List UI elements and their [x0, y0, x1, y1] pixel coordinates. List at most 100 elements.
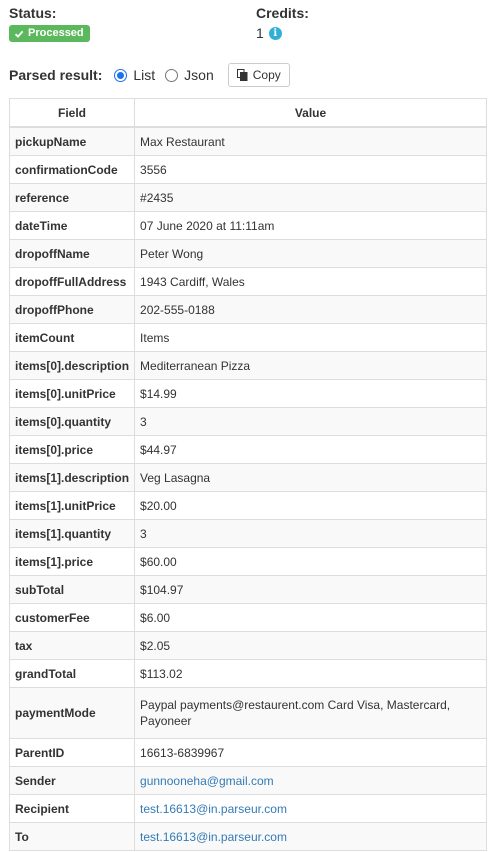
- status-badge: Processed: [9, 25, 90, 42]
- value-link[interactable]: gunnooneha@gmail.com: [140, 774, 274, 788]
- field-cell: Recipient: [8, 794, 136, 823]
- table-row: customerFee $6.00: [8, 603, 487, 632]
- parsed-result-controls: Parsed result: List Json Copy: [9, 62, 290, 88]
- table-body: pickupName Max Restaurant confirmationCode…: [8, 126, 487, 851]
- status-label: Status:: [9, 5, 57, 21]
- status-section: Status: Processed: [9, 5, 90, 44]
- value-cell: $14.99: [134, 379, 487, 408]
- field-cell: paymentMode: [8, 687, 136, 739]
- value-cell: gunnooneha@gmail.com: [134, 766, 487, 795]
- parsed-result-table: Field Value pickupName Max Restaurant conf…: [8, 98, 487, 851]
- field-cell: items[1].unitPrice: [8, 491, 136, 520]
- field-cell: To: [8, 822, 136, 851]
- table-row: Recipient test.16613@in.parseur.com: [8, 794, 487, 823]
- table-row: items[1].quantity 3: [8, 519, 487, 548]
- credits-label: Credits:: [256, 5, 309, 21]
- field-cell: pickupName: [8, 126, 136, 156]
- value-cell: 3: [134, 519, 487, 548]
- field-cell: confirmationCode: [8, 155, 136, 184]
- parsed-result-label: Parsed result:: [9, 67, 103, 83]
- table-row: ParentID 16613-6839967: [8, 738, 487, 767]
- value-cell: $2.05: [134, 631, 487, 660]
- table-row: dropoffPhone 202-555-0188: [8, 295, 487, 324]
- value-cell: Paypal payments@restaurent.com Card Visa…: [134, 687, 487, 739]
- copy-button-label: Copy: [252, 68, 281, 82]
- field-cell: items[0].quantity: [8, 407, 136, 436]
- table-row: items[0].price $44.97: [8, 435, 487, 464]
- table-row: pickupName Max Restaurant: [8, 126, 487, 156]
- value-cell: 202-555-0188: [134, 295, 487, 324]
- json-radio-option[interactable]: Json: [165, 67, 214, 83]
- value-cell: Max Restaurant: [134, 126, 487, 156]
- check-icon: [14, 30, 24, 38]
- credits-value: 1: [256, 25, 264, 41]
- value-cell: 16613-6839967: [134, 738, 487, 767]
- table-row: items[1].unitPrice $20.00: [8, 491, 487, 520]
- value-cell: test.16613@in.parseur.com: [134, 822, 487, 851]
- field-cell: items[1].quantity: [8, 519, 136, 548]
- value-cell: 3: [134, 407, 487, 436]
- value-cell: $113.02: [134, 659, 487, 688]
- value-cell: Peter Wong: [134, 239, 487, 268]
- field-cell: items[1].description: [8, 463, 136, 492]
- table-row: confirmationCode 3556: [8, 155, 487, 184]
- table-row: items[1].price $60.00: [8, 547, 487, 576]
- field-cell: dropoffFullAddress: [8, 267, 136, 296]
- value-link[interactable]: test.16613@in.parseur.com: [140, 830, 287, 844]
- table-row: tax $2.05: [8, 631, 487, 660]
- table-row: dropoffFullAddress 1943 Cardiff, Wales: [8, 267, 487, 296]
- table-row: dateTime 07 June 2020 at 11:11am: [8, 211, 487, 240]
- value-cell: $60.00: [134, 547, 487, 576]
- value-cell: 3556: [134, 155, 487, 184]
- field-cell: ParentID: [8, 738, 136, 767]
- field-cell: tax: [8, 631, 136, 660]
- table-row: items[1].description Veg Lasagna: [8, 463, 487, 492]
- table-row: subTotal $104.97: [8, 575, 487, 604]
- value-column-header: Value: [134, 98, 487, 128]
- field-cell: Sender: [8, 766, 136, 795]
- field-cell: items[0].unitPrice: [8, 379, 136, 408]
- table-row: items[0].description Mediterranean Pizza: [8, 351, 487, 380]
- field-cell: itemCount: [8, 323, 136, 352]
- field-cell: dateTime: [8, 211, 136, 240]
- field-cell: dropoffPhone: [8, 295, 136, 324]
- value-cell: $104.97: [134, 575, 487, 604]
- value-cell: Veg Lasagna: [134, 463, 487, 492]
- table-header-row: Field Value: [8, 98, 487, 128]
- list-radio-option[interactable]: List: [114, 67, 155, 83]
- value-cell: 1943 Cardiff, Wales: [134, 267, 487, 296]
- value-cell: $44.97: [134, 435, 487, 464]
- field-cell: customerFee: [8, 603, 136, 632]
- table-row: dropoffName Peter Wong: [8, 239, 487, 268]
- table-row: To test.16613@in.parseur.com: [8, 822, 487, 851]
- table-row: itemCount Items: [8, 323, 487, 352]
- table-row: items[0].quantity 3: [8, 407, 487, 436]
- field-cell: grandTotal: [8, 659, 136, 688]
- list-radio-label: List: [133, 67, 156, 83]
- field-cell: items[0].price: [8, 435, 136, 464]
- field-cell: subTotal: [8, 575, 136, 604]
- field-cell: reference: [8, 183, 136, 212]
- table-row: Sender gunnooneha@gmail.com: [8, 766, 487, 795]
- list-radio[interactable]: [114, 68, 128, 82]
- field-cell: items[0].description: [8, 351, 136, 380]
- table-row: grandTotal $113.02: [8, 659, 487, 688]
- status-badge-text: Processed: [28, 27, 84, 39]
- table-row: paymentMode Paypal payments@restaurent.co…: [8, 687, 487, 739]
- json-radio[interactable]: [165, 68, 179, 82]
- value-cell: test.16613@in.parseur.com: [134, 794, 487, 823]
- table-row: items[0].unitPrice $14.99: [8, 379, 487, 408]
- copy-button[interactable]: Copy: [227, 63, 290, 87]
- value-cell: #2435: [134, 183, 487, 212]
- json-radio-label: Json: [184, 67, 214, 83]
- value-cell: $6.00: [134, 603, 487, 632]
- credits-value-row: 1 i: [256, 25, 309, 41]
- field-cell: items[1].price: [8, 547, 136, 576]
- credits-section: Credits: 1 i: [256, 5, 309, 41]
- value-cell: $20.00: [134, 491, 487, 520]
- value-link[interactable]: test.16613@in.parseur.com: [140, 802, 287, 816]
- field-column-header: Field: [8, 98, 136, 128]
- header-area: Status: Processed Credits: 1 i: [0, 0, 495, 60]
- info-icon[interactable]: i: [268, 26, 282, 40]
- copy-icon: [236, 69, 248, 81]
